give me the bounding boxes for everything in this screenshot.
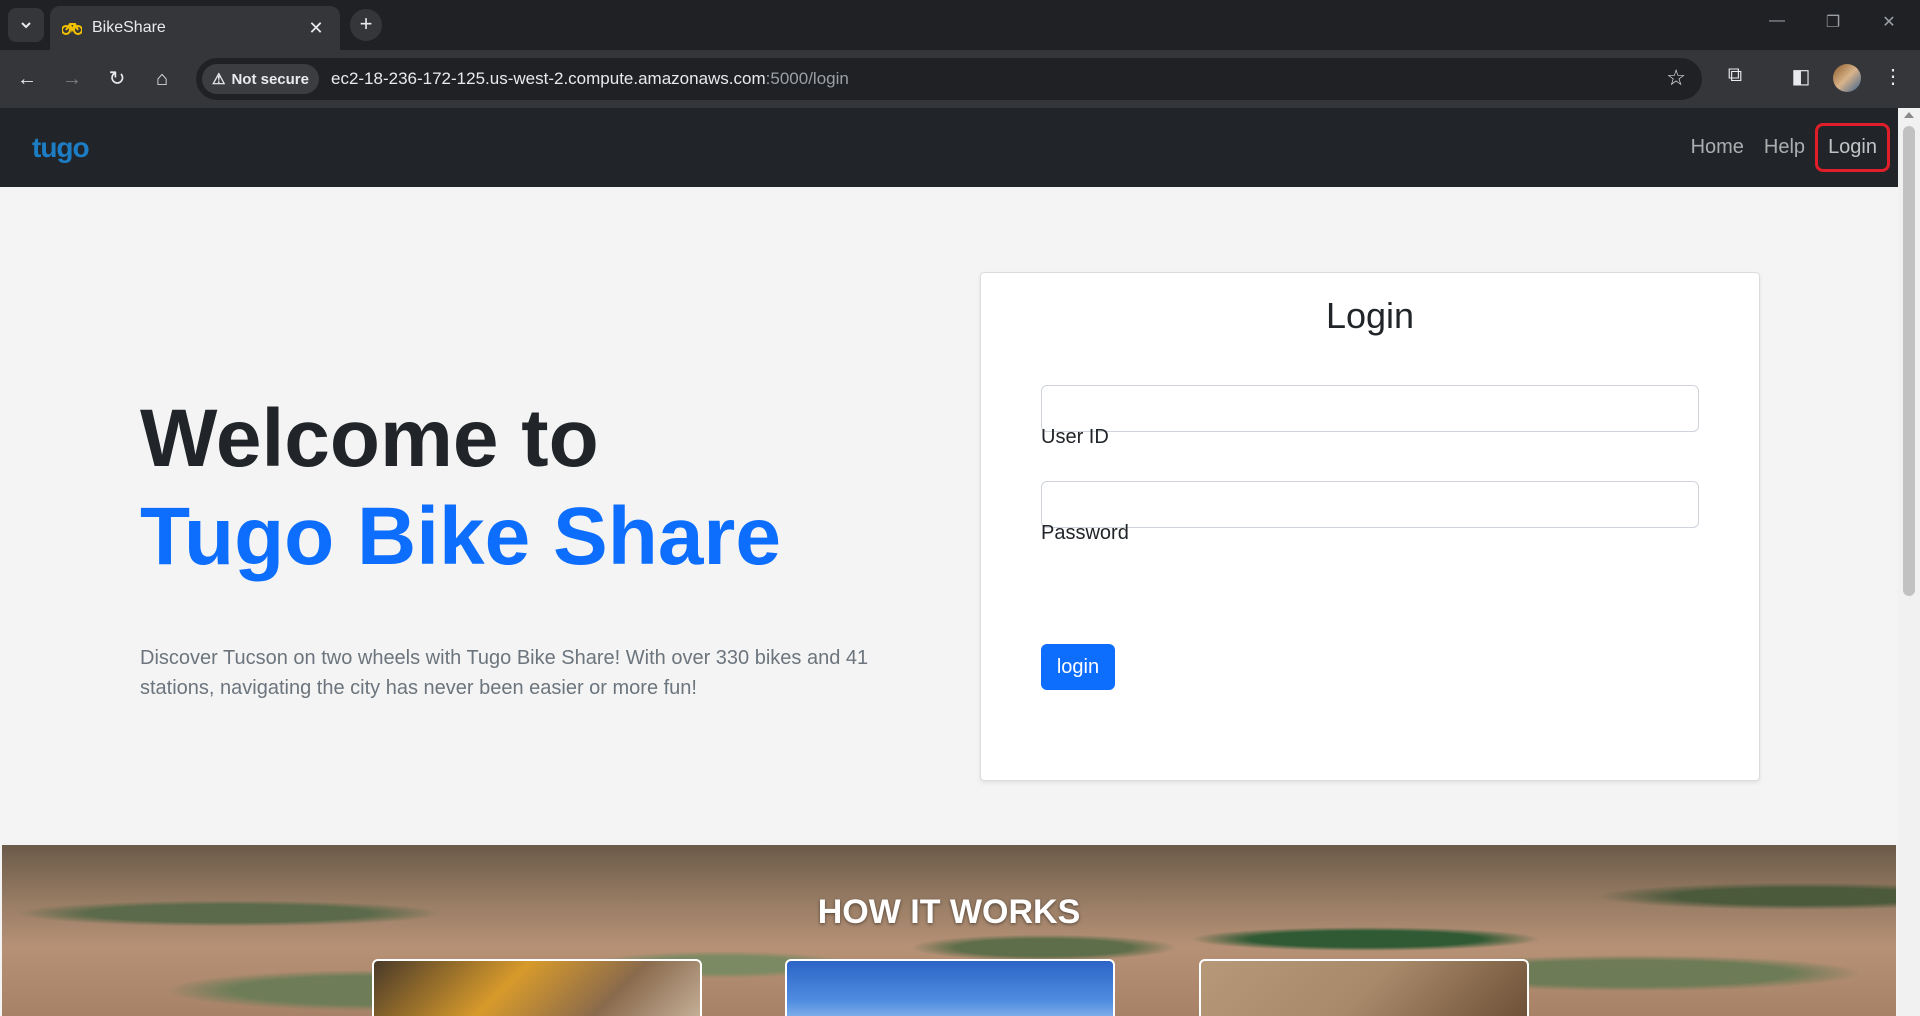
security-chip[interactable]: ⚠ Not secure (202, 64, 319, 94)
login-title: Login (1325, 295, 1415, 336)
new-tab-button[interactable]: + (350, 9, 382, 41)
menu-dots-icon[interactable]: ⋮ (1878, 64, 1908, 89)
nav-links: Home Help Login (1681, 108, 1898, 187)
security-label: Not secure (231, 70, 309, 88)
browser-tab-bar: BikeShare ✕ + — ❐ ✕ (0, 0, 1920, 50)
close-tab-icon[interactable]: ✕ (304, 18, 328, 39)
bike-favicon-icon (62, 23, 82, 35)
hero-title: Welcome to Tugo Bike Share (140, 390, 781, 586)
how-it-works-title: HOW IT WORKS (817, 893, 1081, 931)
minimize-icon[interactable]: — (1765, 12, 1789, 30)
scroll-up-arrow-icon[interactable] (1904, 112, 1914, 118)
scrollbar-thumb[interactable] (1903, 126, 1915, 596)
password-label: Password (1041, 522, 1129, 544)
address-bar[interactable]: ⚠ Not secure ec2-18-236-172-125.us-west-… (196, 58, 1702, 100)
url-host: ec2-18-236-172-125.us-west-2.compute.ama… (330, 69, 766, 88)
site-navbar: tugo Home Help Login (0, 108, 1898, 187)
hero-description: Discover Tucson on two wheels with Tugo … (140, 647, 869, 699)
restore-icon[interactable]: ❐ (1821, 12, 1845, 32)
login-card: Login User ID Password login (980, 272, 1760, 781)
close-window-icon[interactable]: ✕ (1877, 12, 1901, 32)
user-id-label: User ID (1041, 426, 1109, 448)
hero-title-brand: Tugo Bike Share (140, 491, 781, 582)
page-viewport: tugo Home Help Login Welcome to Tugo Bik… (0, 108, 1898, 1016)
tab-title: BikeShare (92, 19, 166, 36)
side-panel-icon[interactable]: ◧ (1786, 64, 1816, 89)
url-text: ec2-18-236-172-125.us-west-2.compute.ama… (331, 69, 849, 89)
bookmark-star-icon[interactable]: ☆ (1666, 65, 1686, 91)
logo-text: tugo (32, 132, 90, 163)
browser-tab[interactable]: BikeShare ✕ (50, 6, 340, 50)
reload-icon[interactable]: ↻ (102, 64, 132, 94)
login-button[interactable]: login (1041, 644, 1115, 690)
how-card-image (1199, 959, 1529, 1016)
home-icon[interactable]: ⌂ (147, 64, 177, 94)
tab-search-button[interactable] (8, 8, 44, 42)
nav-link-help[interactable]: Help (1754, 136, 1815, 159)
nav-link-home[interactable]: Home (1681, 136, 1754, 159)
forward-icon[interactable]: → (57, 64, 87, 94)
back-icon[interactable]: ← (12, 64, 42, 94)
chevron-down-icon (21, 22, 31, 29)
hero-title-line1: Welcome to (140, 393, 599, 484)
how-it-works-section: HOW IT WORKS (2, 845, 1896, 1016)
browser-toolbar: ← → ↻ ⌂ ⚠ Not secure ec2-18-236-172-125.… (0, 50, 1920, 108)
user-id-input[interactable] (1041, 385, 1699, 432)
tugo-logo[interactable]: tugo (32, 130, 90, 166)
warning-icon: ⚠ (212, 71, 226, 88)
profile-avatar[interactable] (1833, 64, 1861, 92)
extensions-icon[interactable]: ⧉ (1720, 64, 1750, 87)
url-path: :5000/login (765, 69, 849, 88)
page-scrollbar[interactable] (1898, 108, 1920, 1016)
nav-link-login[interactable]: Login (1815, 123, 1890, 172)
how-card-image (785, 959, 1115, 1016)
password-input[interactable] (1041, 481, 1699, 528)
how-card-image (372, 959, 702, 1016)
